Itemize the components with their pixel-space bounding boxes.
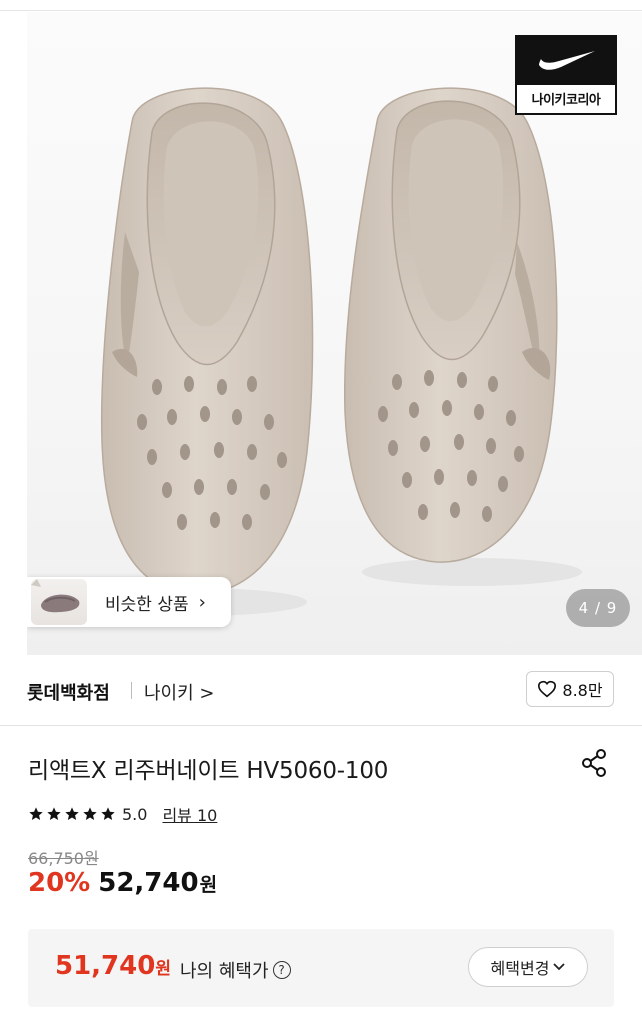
discount-rate: 20%	[28, 868, 91, 898]
wishlist-count: 8.8만	[562, 681, 603, 700]
star-icon	[29, 807, 43, 820]
change-benefit-button[interactable]: 혜택변경	[468, 947, 588, 987]
wishlist-button[interactable]: 8.8만	[526, 671, 614, 707]
store-name[interactable]: 롯데백화점	[27, 679, 110, 705]
benefit-price-unit: 원	[155, 959, 171, 979]
benefit-label-wrap: 나의 혜택가 ?	[180, 957, 291, 983]
brand-link[interactable]: 나이키 >	[144, 679, 214, 705]
share-button[interactable]	[578, 747, 610, 783]
benefit-price: 51,740	[55, 951, 156, 981]
share-icon	[582, 749, 606, 777]
star-icon	[101, 807, 115, 820]
similar-products-button[interactable]: 비슷한 상품 ›	[27, 577, 231, 627]
brand-badge: 나이키코리아	[515, 35, 617, 115]
store-separator	[131, 682, 132, 699]
price-unit: 원	[199, 874, 218, 896]
store-row: 롯데백화점 나이키 > 8.8만	[0, 655, 642, 725]
similar-products-label: 비슷한 상품	[105, 594, 189, 615]
original-price: 66,750원	[28, 849, 99, 868]
brand-badge-label: 나이키코리아	[531, 93, 601, 108]
rating-score: 5.0	[122, 804, 148, 824]
price-row: 20% 52,740 원	[28, 868, 217, 898]
change-benefit-label: 혜택변경	[490, 959, 550, 978]
image-pager: 4 / 9	[566, 589, 630, 627]
product-image-gallery[interactable]: 나이키코리아 비슷한 상품 › 4 / 9	[27, 12, 642, 655]
star-icon	[47, 807, 61, 820]
review-link[interactable]: 리뷰 10	[162, 802, 217, 826]
help-icon[interactable]: ?	[272, 961, 291, 979]
benefit-label: 나의 혜택가	[180, 961, 269, 982]
benefit-price-wrap: 51,740원	[55, 951, 171, 981]
rating-stars	[28, 806, 116, 822]
rating-row: 5.0 리뷰 10	[28, 803, 217, 825]
similar-product-thumbnail	[31, 579, 87, 625]
star-icon	[83, 807, 97, 820]
benefit-box: 51,740원 나의 혜택가 ? 혜택변경	[28, 929, 614, 1007]
chevron-down-icon	[553, 963, 566, 971]
top-divider	[0, 10, 642, 11]
swoosh-logo-icon	[517, 37, 615, 85]
sale-price: 52,740	[98, 868, 199, 898]
section-divider	[0, 725, 642, 726]
product-title: 리액트X 리주버네이트 HV5060-100	[28, 758, 389, 784]
star-icon	[65, 807, 79, 820]
chevron-right-icon: ›	[198, 591, 206, 613]
heart-icon	[538, 680, 557, 698]
